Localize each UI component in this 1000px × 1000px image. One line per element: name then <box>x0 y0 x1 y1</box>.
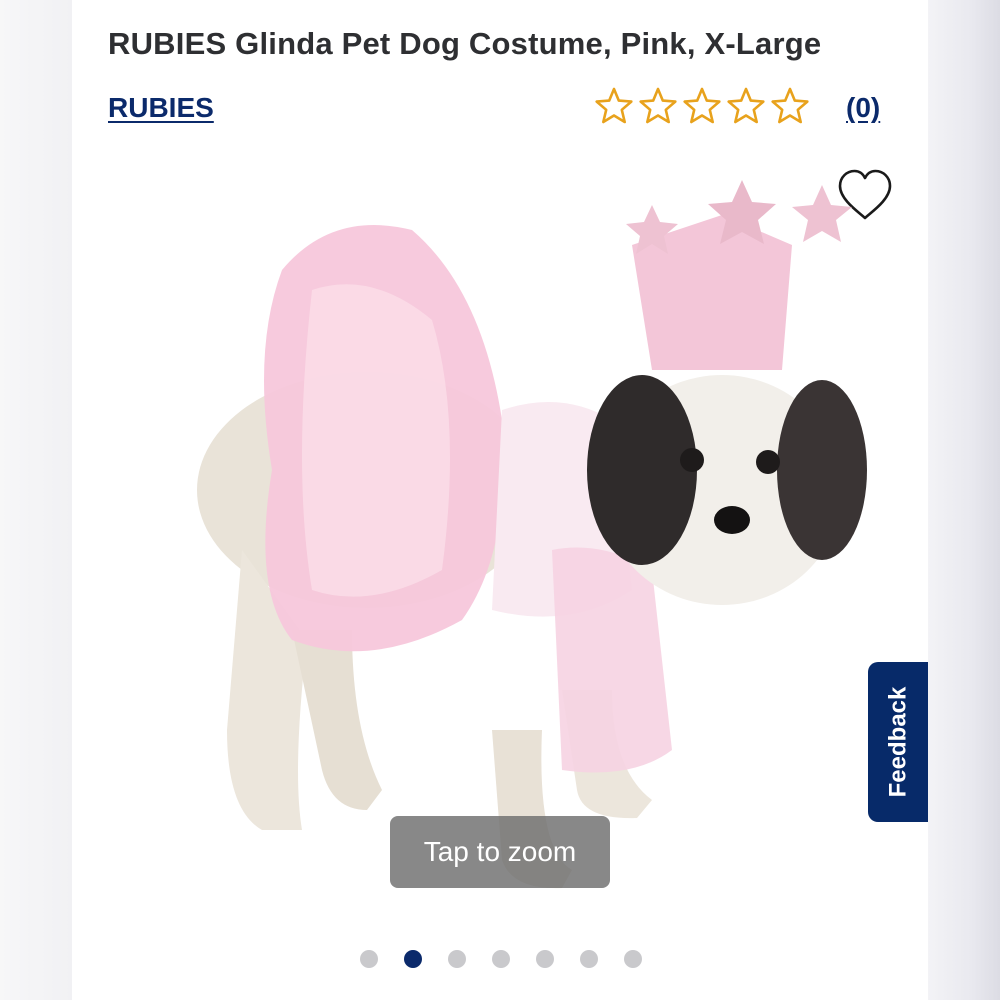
star-icon <box>727 87 765 124</box>
star-icon <box>639 87 677 124</box>
tap-to-zoom-button[interactable]: Tap to zoom <box>390 816 610 888</box>
gallery-dot[interactable] <box>492 950 510 968</box>
gallery-dot[interactable] <box>624 950 642 968</box>
rating-stars[interactable] <box>594 86 810 126</box>
star-icon <box>595 87 633 124</box>
gallery-dot[interactable] <box>448 950 466 968</box>
star-icon <box>683 87 721 124</box>
product-title: RUBIES Glinda Pet Dog Costume, Pink, X-L… <box>108 26 822 61</box>
star-icon <box>771 87 809 124</box>
brand-link[interactable]: RUBIES <box>108 92 214 124</box>
gallery-dot-active[interactable] <box>404 950 422 968</box>
feedback-tab[interactable]: Feedback <box>868 662 928 822</box>
gallery-pagination <box>360 950 642 968</box>
gallery-dot[interactable] <box>360 950 378 968</box>
gallery-dot[interactable] <box>536 950 554 968</box>
gallery-dot[interactable] <box>580 950 598 968</box>
product-sheet: RUBIES Glinda Pet Dog Costume, Pink, X-L… <box>72 0 928 1000</box>
review-count-link[interactable]: (0) <box>846 92 880 124</box>
right-backdrop <box>928 0 1000 1000</box>
feedback-label: Feedback <box>884 686 911 798</box>
star-crown <box>626 180 852 370</box>
left-backdrop <box>0 0 72 1000</box>
